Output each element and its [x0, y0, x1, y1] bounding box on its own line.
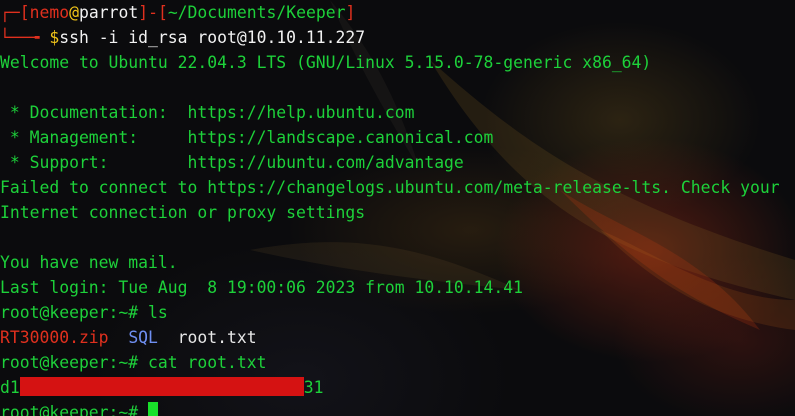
redaction-bar [19, 377, 304, 396]
terminal-output: ┌─[nemo@parrot]-[~/Documents/Keeper] └──… [0, 0, 795, 416]
motd-new-mail: You have new mail. [0, 253, 178, 272]
motd-welcome: Welcome to Ubuntu 22.04.3 LTS (GNU/Linux… [0, 53, 652, 72]
ls-output-line: RT30000.zip SQL root.txt [0, 325, 795, 350]
prompt-user: nemo [29, 3, 70, 22]
prompt-close-bracket: ] [345, 3, 356, 22]
ls-item-directory: SQL [128, 328, 158, 347]
root-prompt: root@keeper:~# [0, 353, 149, 372]
prompt-dollar: $ [49, 28, 60, 47]
ls-item-file: root.txt [177, 328, 257, 347]
ls-command: ls [148, 303, 168, 322]
flag-output-line: d1 31 [0, 375, 795, 400]
ssh-command-line: └──╼ $ssh -i id_rsa root@10.10.11.227 [0, 25, 795, 50]
current-prompt-line[interactable]: root@keeper:~# [0, 400, 795, 416]
root-prompt: root@keeper:~# [0, 403, 149, 416]
prompt-host: parrot [78, 3, 139, 22]
motd-blank-line [0, 75, 795, 100]
terminal-window[interactable]: ┌─[nemo@parrot]-[~/Documents/Keeper] └──… [0, 0, 795, 416]
prompt-open-bracket: [ [19, 3, 30, 22]
ls-command-line: root@keeper:~# ls [0, 300, 795, 325]
prompt-separator: ]-[ [138, 3, 168, 22]
motd-management: * Management: https://landscape.canonica… [0, 128, 494, 147]
motd-failed-connect-2: Internet connection or proxy settings [0, 203, 366, 222]
prompt-path: ~/Documents/Keeper [167, 3, 346, 22]
terminal-cursor[interactable] [148, 402, 159, 416]
root-prompt: root@keeper:~# [0, 303, 149, 322]
motd-failed-connect: Failed to connect to https://changelogs.… [0, 178, 780, 197]
flag-prefix: d1 [0, 378, 20, 397]
cat-command: cat root.txt [148, 353, 267, 372]
motd-last-login: Last login: Tue Aug 8 19:00:06 2023 from… [0, 278, 524, 297]
cat-command-line: root@keeper:~# cat root.txt [0, 350, 795, 375]
motd-support: * Support: https://ubuntu.com/advantage [0, 153, 464, 172]
prompt-box-corner: ┌─ [0, 3, 20, 22]
ssh-command: ssh -i id_rsa root@10.10.11.227 [59, 28, 366, 47]
prompt-box-corner-bottom: └──╼ [0, 28, 50, 47]
motd-blank-line-2 [0, 225, 795, 250]
prompt-at: @ [69, 3, 79, 22]
flag-suffix: 31 [303, 378, 324, 397]
ls-item-archive: RT30000.zip [0, 328, 109, 347]
motd-documentation: * Documentation: https://help.ubuntu.com [0, 103, 415, 122]
prompt-header-line: ┌─[nemo@parrot]-[~/Documents/Keeper] [0, 0, 795, 25]
